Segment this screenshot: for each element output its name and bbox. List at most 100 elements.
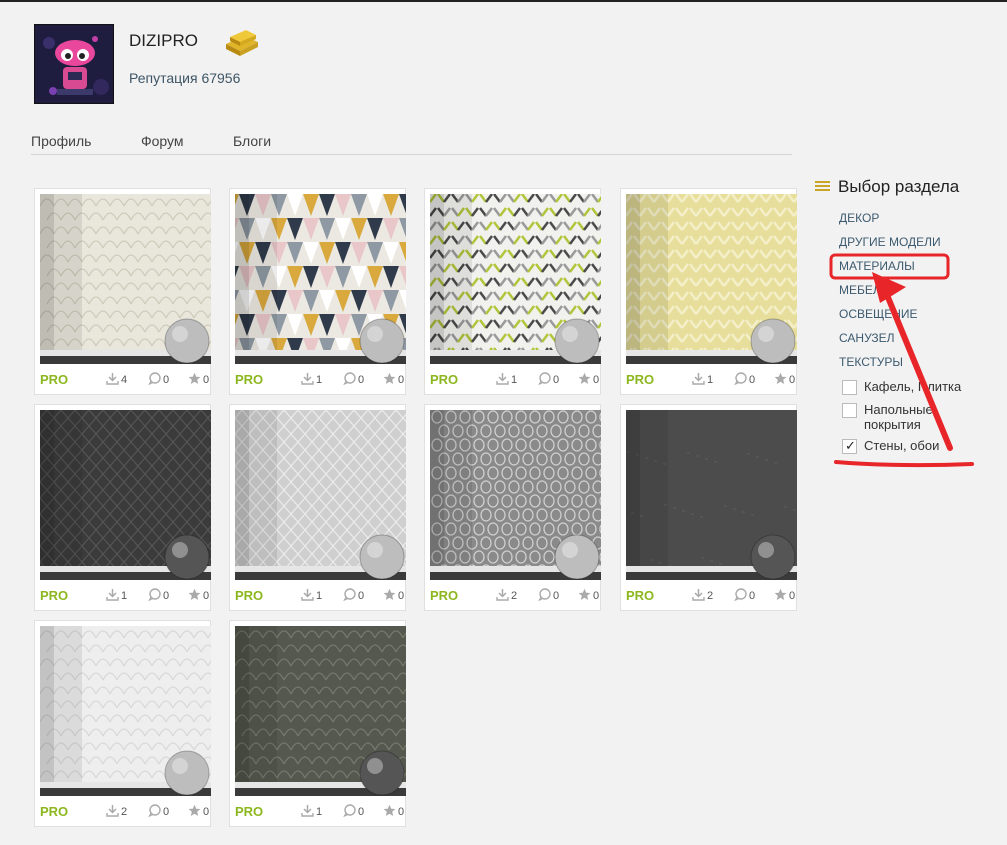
gold-bars-icon (220, 24, 264, 58)
model-thumbnail[interactable] (430, 194, 601, 364)
filter-flooring[interactable]: Напольные покрытия (842, 402, 982, 432)
filter-tiles-checkbox[interactable] (842, 380, 857, 395)
likes-count[interactable]: 0 (383, 588, 405, 603)
pro-badge: PRO (626, 588, 655, 603)
comment-icon (343, 804, 358, 820)
model-card[interactable]: PRO 1 0 0 (34, 404, 211, 611)
comments-count[interactable]: 0 (148, 804, 169, 819)
likes-count[interactable]: 0 (383, 804, 405, 820)
top-border (0, 0, 1007, 2)
model-card[interactable]: PRO 1 0 0 (424, 188, 601, 395)
likes-count[interactable]: 0 (188, 588, 209, 603)
nav-profile[interactable]: Профиль (31, 133, 91, 149)
comments-count[interactable]: 0 (343, 804, 364, 820)
pro-badge: PRO (235, 588, 264, 603)
model-card-footer: PRO 4 0 0 (35, 367, 210, 393)
likes-value: 0 (398, 806, 405, 818)
sidebar-link-decor[interactable]: ДЕКОР (839, 211, 879, 225)
comments-value: 0 (358, 374, 365, 386)
downloads-value: 4 (121, 374, 128, 386)
filter-walls[interactable]: Стены, обои (842, 438, 939, 454)
downloads-value: 2 (511, 590, 518, 602)
model-thumbnail[interactable] (626, 194, 797, 364)
star-icon (383, 804, 398, 820)
model-thumbnail[interactable] (626, 410, 797, 580)
star-icon (578, 588, 593, 604)
likes-count[interactable]: 0 (578, 588, 599, 604)
downloads-count: 1 (692, 373, 713, 387)
comments-count[interactable]: 0 (148, 372, 170, 388)
model-thumbnail[interactable] (235, 626, 406, 796)
model-card[interactable]: PRO 2 0 0 (34, 620, 211, 827)
comments-count[interactable]: 0 (148, 588, 169, 603)
downloads-value: 2 (707, 590, 714, 602)
model-card[interactable]: PRO 2 0 0 (424, 404, 601, 611)
comments-value: 0 (163, 374, 170, 386)
star-icon (774, 372, 789, 388)
reputation: Репутация 67956 (129, 70, 241, 86)
sidebar-link-materials[interactable]: МАТЕРИАЛЫ (839, 259, 915, 273)
likes-count[interactable]: 0 (578, 372, 600, 387)
list-menu-icon (815, 181, 830, 193)
star-icon (188, 804, 203, 820)
comment-icon (343, 372, 358, 388)
model-thumbnail[interactable] (235, 410, 406, 580)
filter-flooring-label: Напольные покрытия (864, 402, 933, 432)
comments-count[interactable]: 0 (343, 588, 364, 604)
comments-count[interactable]: 0 (734, 588, 755, 604)
likes-count[interactable]: 0 (188, 372, 210, 388)
likes-count[interactable]: 0 (774, 372, 795, 388)
sidebar-link-bathroom[interactable]: САНУЗЕЛ (839, 331, 895, 345)
model-card-footer: PRO 2 0 0 (621, 583, 796, 609)
comments-count[interactable]: 0 (343, 372, 365, 388)
comment-icon (343, 588, 358, 604)
star-icon (774, 588, 789, 604)
comment-icon (734, 372, 749, 388)
model-card-footer: PRO 1 0 0 (35, 583, 210, 609)
model-card[interactable]: PRO 1 0 0 (229, 188, 406, 395)
nav-forum[interactable]: Форум (141, 133, 184, 149)
downloads-count: 1 (106, 589, 127, 603)
model-thumbnail[interactable] (40, 626, 211, 796)
pro-badge: PRO (40, 804, 69, 819)
sidebar-link-lighting[interactable]: ОСВЕЩЕНИЕ (839, 307, 918, 321)
likes-value: 0 (789, 590, 796, 602)
model-card[interactable]: PRO 1 0 0 (620, 188, 797, 395)
model-card[interactable]: PRO 2 0 0 (620, 404, 797, 611)
downloads-value: 1 (121, 590, 128, 602)
filter-walls-checkbox[interactable] (842, 438, 857, 454)
likes-count[interactable]: 0 (774, 588, 796, 604)
model-card[interactable]: PRO 1 0 0 (229, 404, 406, 611)
user-avatar[interactable] (34, 24, 114, 104)
comment-icon (734, 588, 749, 604)
comment-icon (538, 372, 553, 388)
likes-value: 0 (593, 374, 600, 386)
downloads-value: 1 (316, 806, 323, 818)
comments-count[interactable]: 0 (538, 588, 559, 604)
filter-tiles[interactable]: Кафель, Плитка (842, 379, 961, 395)
comments-count[interactable]: 0 (734, 372, 755, 388)
comment-icon (538, 588, 553, 604)
nav-blogs[interactable]: Блоги (233, 133, 271, 149)
model-thumbnail[interactable] (430, 410, 601, 580)
model-thumbnail[interactable] (40, 194, 211, 364)
model-card-footer: PRO 2 0 0 (425, 583, 600, 609)
model-card[interactable]: PRO 4 0 0 (34, 188, 211, 395)
model-thumbnail[interactable] (40, 410, 211, 580)
sidebar-link-other-models[interactable]: ДРУГИЕ МОДЕЛИ (839, 235, 941, 249)
model-card[interactable]: PRO 1 0 0 (229, 620, 406, 827)
filter-tiles-label: Кафель, Плитка (864, 379, 962, 394)
pro-badge: PRO (235, 372, 264, 387)
comment-icon (148, 372, 163, 388)
model-thumbnail[interactable] (235, 194, 406, 364)
sidebar-link-textures[interactable]: ТЕКСТУРЫ (839, 355, 903, 369)
star-icon (383, 372, 398, 388)
likes-value: 0 (398, 590, 405, 602)
likes-count[interactable]: 0 (383, 372, 404, 388)
filter-flooring-checkbox[interactable] (842, 403, 857, 418)
sidebar-link-furniture[interactable]: МЕБЕЛЬ (839, 283, 889, 297)
comments-count[interactable]: 0 (538, 372, 559, 388)
likes-count[interactable]: 0 (188, 804, 209, 820)
star-icon (188, 372, 203, 388)
likes-value: 0 (203, 374, 210, 386)
